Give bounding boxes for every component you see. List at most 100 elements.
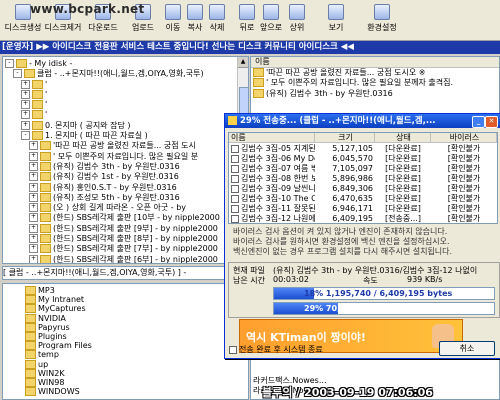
local-folder-item[interactable]: Plugins: [3, 331, 248, 341]
transfer-row-virus[interactable]: [확인불가: [431, 194, 497, 204]
tree-item[interactable]: - 1. 몬지마 ( 따끈 따끈 자료실 ): [3, 131, 248, 141]
tree-item[interactable]: + ': [3, 89, 248, 100]
local-folder-item[interactable]: WIN98: [3, 377, 248, 387]
local-folder-item[interactable]: Program Files: [3, 341, 248, 351]
col-status[interactable]: 상태: [375, 133, 431, 143]
local-folder-item[interactable]: MP3: [3, 286, 248, 295]
expand-icon[interactable]: +: [21, 89, 30, 99]
toolbar-button-8[interactable]: 앞으로: [260, 2, 282, 38]
list-header[interactable]: 이름: [251, 57, 499, 68]
list-item[interactable]: '따끈 따끈 공방 올렸진 자료들... 궁점 도시오 ※: [251, 68, 499, 78]
tree-item[interactable]: - - My idisk -: [3, 59, 248, 69]
list-item[interactable]: (유직) 김범수 3th - by 우원탄.0316: [251, 88, 499, 99]
list-item[interactable]: ' 모두 이쁜주의 자료입니다. 많은 필요일 분께자 출격집.: [251, 78, 499, 88]
transfer-row-size[interactable]: 7,105,097: [315, 164, 373, 174]
transfer-row-name[interactable]: 김범수 3집-12 나원에 니...: [231, 214, 315, 223]
toolbar-button-4[interactable]: 이동: [162, 2, 184, 38]
expand-icon[interactable]: +: [29, 203, 38, 213]
collapse-icon[interactable]: -: [21, 131, 30, 141]
transfer-row-name[interactable]: 김범수 3집-05 지계된.mp3: [231, 144, 315, 154]
transfer-row-status[interactable]: [다운완료]: [375, 204, 431, 214]
expand-icon[interactable]: +: [29, 213, 38, 223]
transfer-row-size[interactable]: 5,127,105: [315, 144, 373, 154]
shutdown-checkbox-row[interactable]: 전송 완료 후 시스템 종료: [229, 344, 323, 355]
transfer-row-virus[interactable]: [확인불가: [431, 184, 497, 194]
expand-icon[interactable]: +: [21, 79, 30, 89]
transfer-row-name[interactable]: 김범수 3집-07 여름 밖에...: [231, 164, 315, 174]
expand-icon[interactable]: +: [21, 110, 30, 120]
tree-item[interactable]: + '따끈 따끈 공방 올렸진 자료들... 궁점 도시: [3, 141, 248, 151]
expand-icon[interactable]: +: [29, 172, 38, 182]
toolbar-button-7[interactable]: 뒤로: [236, 2, 258, 38]
transfer-file-list[interactable]: 이름 크기 상태 바이러스 김범수 3집-05 지계된.mp35,127,105…: [228, 132, 498, 224]
expand-icon[interactable]: +: [29, 192, 38, 202]
transfer-row-status[interactable]: [다운완료]: [375, 184, 431, 194]
transfer-row-status[interactable]: [다운완료]: [375, 144, 431, 154]
tree-item[interactable]: + (유직) 김범수 3th - by 우원탄.0316: [3, 161, 248, 172]
toolbar-button-10[interactable]: 보기: [316, 2, 356, 38]
tree-item[interactable]: +0. 몬지마 ( 공지와 잡담 ): [3, 120, 248, 131]
transfer-row-size[interactable]: 6,409,195: [315, 214, 373, 223]
transfer-row-size[interactable]: 6,849,306: [315, 184, 373, 194]
transfer-row-size[interactable]: 6,946,171: [315, 204, 373, 214]
tree-item[interactable]: + (한드) SBS레각제 출판 [10부 - by nipple2000: [3, 213, 248, 223]
transfer-row-status[interactable]: [다운완료]: [375, 154, 431, 164]
expand-icon[interactable]: +: [29, 161, 38, 171]
tree-item[interactable]: + (한드) SBS레각제 출판 [6부] - by nipple2000: [3, 254, 248, 263]
local-folder-item[interactable]: My Intranet: [3, 295, 248, 305]
tree-item[interactable]: + ': [3, 79, 248, 90]
tree-item[interactable]: + (한드) SBS레각제 출판 [9부] - by nipple2000: [3, 223, 248, 234]
transfer-row-name[interactable]: 김범수 3집-10 The One...: [231, 194, 315, 204]
expand-icon[interactable]: +: [21, 100, 30, 110]
expand-icon[interactable]: +: [29, 151, 38, 161]
toolbar-button-9[interactable]: 상위: [286, 2, 308, 38]
transfer-row-name[interactable]: 김범수 3집-06 My Delig...: [231, 154, 315, 164]
tree-item[interactable]: + ' 모두 이쁜주의 자료입니다. 많은 필요일 분: [3, 151, 248, 162]
tree-item[interactable]: - 클럽 - ..+몬지마!!(애니,월드,겜,OIYA,영화,국투): [3, 69, 248, 79]
tree-item[interactable]: + ': [3, 110, 248, 120]
close-icon[interactable]: ✕: [485, 116, 498, 128]
tree-item[interactable]: + ': [3, 100, 248, 110]
transfer-row-size[interactable]: 6,470,635: [315, 194, 373, 204]
toolbar-button-11[interactable]: 환경설정: [362, 2, 402, 38]
col-virus[interactable]: 바이러스: [431, 133, 497, 143]
expand-icon[interactable]: +: [29, 234, 38, 244]
toolbar-button-5[interactable]: 복사: [184, 2, 206, 38]
transfer-row-virus[interactable]: [확인불가: [431, 154, 497, 164]
transfer-row-status[interactable]: [다운완료]: [375, 194, 431, 204]
transfer-row-virus[interactable]: [확인불가: [431, 214, 497, 223]
expand-icon[interactable]: +: [29, 254, 38, 263]
shutdown-checkbox[interactable]: [229, 345, 237, 354]
col-size[interactable]: 크기: [315, 133, 375, 143]
local-folder-item[interactable]: WIN2K: [3, 368, 248, 378]
tree-item[interactable]: + (한드) SBS레각제 출판 [8부] - by nipple2000: [3, 234, 248, 244]
dialog-title-bar[interactable]: 29% 전송중... (클럽 - ..+몬지마!!(애니,월드,겜,... _ …: [225, 114, 500, 128]
toolbar-button-6[interactable]: 삭제: [206, 2, 228, 38]
transfer-row-virus[interactable]: [확인불가: [431, 144, 497, 154]
transfer-row-virus[interactable]: [확인불가: [431, 204, 497, 214]
local-folder-item[interactable]: MyCaptures: [3, 304, 248, 314]
folder-tree-pane[interactable]: -- My idisk - - 클럽 - ..+몬지마!!(애니,월드,겜,OIYA…: [2, 56, 249, 264]
expand-icon[interactable]: +: [29, 141, 38, 151]
local-folder-item[interactable]: up: [3, 359, 248, 369]
local-folder-tree[interactable]: MP3 My Intranet MyCaptures NVIDIA Papyrus Plu…: [2, 283, 249, 400]
transfer-row-virus[interactable]: [확인불가: [431, 164, 497, 174]
transfer-row-size[interactable]: 6,045,570: [315, 154, 373, 164]
expand-icon[interactable]: +: [29, 182, 38, 192]
transfer-row-size[interactable]: 5,896,986: [315, 174, 373, 184]
cancel-button[interactable]: 취소: [439, 341, 495, 356]
tree-item[interactable]: + (유직) 홍인0.S.T - by 우원탄.0316: [3, 182, 248, 193]
tree-item[interactable]: + (유직) 조성모 5th - by 우원탄.0316: [3, 192, 248, 203]
collapse-icon[interactable]: -: [13, 69, 22, 79]
col-name[interactable]: 이름: [229, 133, 315, 143]
local-folder-item[interactable]: temp: [3, 350, 248, 360]
transfer-row-virus[interactable]: [확인불가: [431, 174, 497, 184]
transfer-row-name[interactable]: 김범수 3집-08 한번 보내...: [231, 174, 315, 184]
expand-icon[interactable]: +: [21, 120, 30, 130]
expand-icon[interactable]: +: [29, 223, 38, 233]
collapse-icon[interactable]: -: [5, 59, 14, 68]
transfer-row-status[interactable]: [전송중...]: [375, 214, 431, 223]
transfer-row-status[interactable]: [다운완료]: [375, 164, 431, 174]
transfer-row-name[interactable]: 김범수 3집-09 날씬니가...: [231, 184, 315, 194]
scroll-up-icon[interactable]: ▲: [238, 57, 248, 68]
